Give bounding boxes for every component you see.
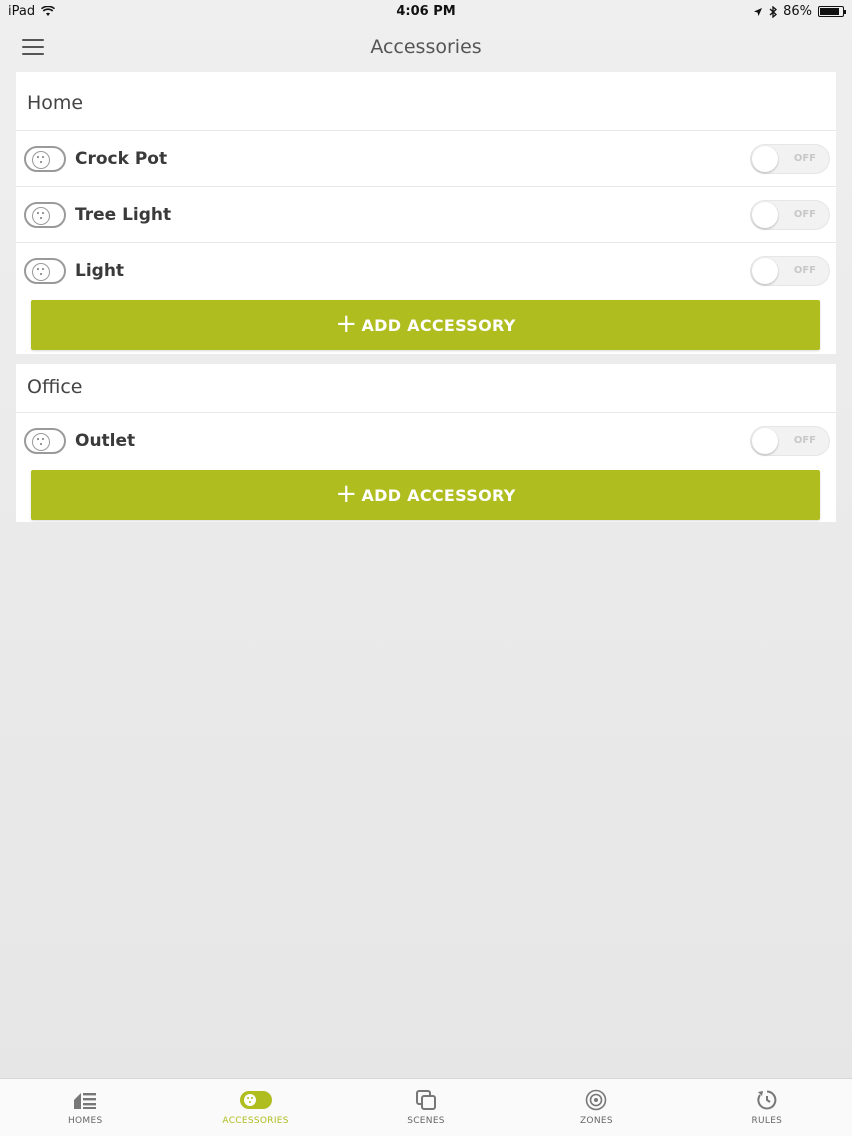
accessory-row[interactable]: Crock Pot OFF — [16, 130, 836, 186]
status-bar: iPad 4:06 PM 86% — [0, 0, 852, 24]
tab-zones[interactable]: ZONES — [511, 1079, 681, 1136]
section-office: Office Outlet OFF + ADD ACCESSORY — [16, 364, 836, 522]
toggle-state: OFF — [793, 153, 816, 164]
power-toggle[interactable]: OFF — [750, 144, 830, 174]
tab-label: HOMES — [67, 1116, 103, 1126]
scenes-icon — [415, 1089, 437, 1111]
accessory-row[interactable]: Outlet OFF — [16, 412, 836, 468]
outlet-icon — [24, 427, 66, 454]
battery-percent: 86% — [783, 4, 812, 19]
toggle-knob — [752, 258, 778, 284]
status-right: 86% — [753, 4, 846, 19]
add-accessory-button[interactable]: + ADD ACCESSORY — [31, 300, 820, 350]
bluetooth-icon — [769, 5, 778, 18]
zones-icon — [585, 1089, 607, 1111]
power-toggle[interactable]: OFF — [750, 426, 830, 456]
status-time: 4:06 PM — [396, 4, 456, 19]
accessories-icon — [239, 1089, 273, 1111]
page-title: Accessories — [370, 36, 482, 58]
accessory-name: Outlet — [75, 430, 136, 451]
battery-icon — [818, 6, 846, 17]
section-title: Home — [27, 92, 84, 114]
power-toggle[interactable]: OFF — [750, 200, 830, 230]
outlet-icon — [24, 201, 66, 228]
add-accessory-label: ADD ACCESSORY — [361, 485, 516, 505]
add-accessory-label: ADD ACCESSORY — [361, 315, 516, 335]
power-toggle[interactable]: OFF — [750, 256, 830, 286]
toggle-state: OFF — [793, 265, 816, 276]
toggle-knob — [752, 202, 778, 228]
tab-label: ACCESSORIES — [222, 1116, 289, 1126]
toggle-knob — [752, 146, 778, 172]
outlet-icon — [24, 145, 66, 172]
accessory-row[interactable]: Light OFF — [16, 242, 836, 298]
tab-bar: HOMES ACCESSORIES SCENES ZONES RULES — [0, 1078, 852, 1136]
nav-bar: Accessories — [0, 24, 852, 70]
screen: iPad 4:06 PM 86% Accessories Home Crock … — [0, 0, 852, 1136]
toggle-knob — [752, 428, 778, 454]
section-home: Home Crock Pot OFF Tree Light OFF Light … — [16, 72, 836, 354]
homes-icon — [72, 1089, 98, 1111]
rules-icon — [756, 1089, 778, 1111]
add-accessory-button[interactable]: + ADD ACCESSORY — [31, 470, 820, 520]
tab-rules[interactable]: RULES — [682, 1079, 852, 1136]
tab-homes[interactable]: HOMES — [0, 1079, 170, 1136]
accessory-name: Tree Light — [75, 204, 172, 225]
section-title: Office — [27, 376, 83, 398]
battery-fill — [820, 8, 839, 15]
location-icon — [754, 7, 763, 16]
tab-label: SCENES — [407, 1116, 445, 1126]
accessory-row[interactable]: Tree Light OFF — [16, 186, 836, 242]
accessory-name: Light — [75, 260, 125, 281]
plus-icon: + — [335, 308, 358, 339]
plus-icon: + — [335, 478, 358, 509]
tab-accessories[interactable]: ACCESSORIES — [170, 1079, 340, 1136]
toggle-state: OFF — [793, 435, 816, 446]
tab-scenes[interactable]: SCENES — [341, 1079, 511, 1136]
toggle-state: OFF — [793, 209, 816, 220]
tab-label: RULES — [751, 1116, 783, 1126]
tab-label: ZONES — [579, 1116, 613, 1126]
accessory-name: Crock Pot — [75, 148, 168, 169]
outlet-icon — [24, 257, 66, 284]
